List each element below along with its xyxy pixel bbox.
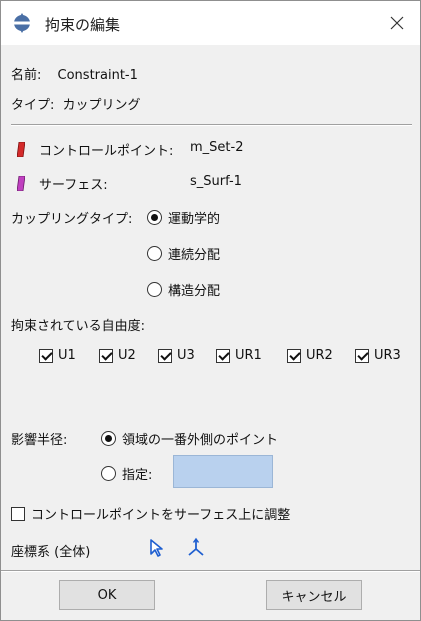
title-bar: 拘束の編集	[1, 1, 420, 45]
coupling-kinematic-label: 運動学的	[168, 212, 221, 227]
name-value: Constraint-1	[57, 68, 138, 83]
checkbox-indicator[interactable]	[355, 348, 369, 363]
dof-ur2-label: UR2	[306, 348, 333, 363]
surface-value: s_Surf-1	[190, 174, 242, 189]
type-label: タイプ:	[11, 98, 55, 113]
radio-indicator[interactable]	[147, 210, 162, 225]
radio-indicator[interactable]	[147, 282, 162, 297]
constraint-app-icon	[13, 13, 31, 33]
coupling-type-label: カップリングタイプ:	[11, 212, 133, 227]
checkbox-indicator[interactable]	[39, 348, 53, 363]
radio-indicator[interactable]	[101, 466, 116, 481]
dof-u2-checkbox[interactable]: U2	[99, 348, 136, 363]
control-point-value: m_Set-2	[190, 140, 244, 155]
dof-ur3-checkbox[interactable]: UR3	[355, 348, 401, 363]
checkbox-indicator[interactable]	[216, 348, 230, 363]
ok-button[interactable]: OK	[59, 580, 155, 610]
coupling-continuum-radio[interactable]: 連続分配	[147, 244, 220, 263]
name-label: 名前:	[11, 68, 42, 83]
influence-outermost-radio[interactable]: 領域の一番外側のポイント	[101, 429, 278, 448]
coupling-continuum-label: 連続分配	[168, 248, 221, 263]
checkbox-indicator[interactable]	[158, 348, 172, 363]
radio-indicator[interactable]	[147, 246, 162, 261]
influence-radius-label: 影響半径:	[11, 433, 68, 448]
dof-u1-label: U1	[58, 348, 76, 363]
coupling-structural-label: 構造分配	[168, 284, 221, 299]
checkbox-indicator[interactable]	[287, 348, 301, 363]
window-title: 拘束の編集	[45, 16, 121, 34]
name-row: 名前: Constraint-1	[11, 64, 138, 83]
separator-top	[11, 124, 412, 126]
dof-ur1-label: UR1	[235, 348, 262, 363]
dof-u1-checkbox[interactable]: U1	[39, 348, 76, 363]
dof-u2-label: U2	[118, 348, 136, 363]
edit-constraint-dialog: 拘束の編集 名前: Constraint-1 タイプ: カップリング コントロー…	[0, 0, 421, 621]
adjust-control-point-checkbox[interactable]: コントロールポイントをサーフェス上に調整	[11, 504, 290, 523]
type-row: タイプ: カップリング	[11, 94, 141, 113]
influence-specify-radio[interactable]: 指定:	[101, 464, 152, 483]
checkbox-indicator[interactable]	[11, 506, 25, 521]
type-value: カップリング	[62, 98, 141, 113]
csys-axes-icon[interactable]	[185, 537, 207, 559]
control-point-swatch-icon	[17, 142, 25, 157]
dof-u3-label: U3	[177, 348, 195, 363]
csys-label: 座標系 (全体)	[11, 545, 91, 560]
influence-radius-input[interactable]	[173, 455, 273, 488]
coupling-kinematic-radio[interactable]: 運動学的	[147, 208, 220, 227]
adjust-control-point-label: コントロールポイントをサーフェス上に調整	[31, 508, 291, 523]
surface-label: サーフェス:	[39, 178, 108, 193]
dof-ur1-checkbox[interactable]: UR1	[216, 348, 262, 363]
influence-specify-label: 指定:	[122, 468, 153, 483]
dof-ur3-label: UR3	[374, 348, 401, 363]
separator-bottom	[1, 570, 420, 572]
cancel-button[interactable]: キャンセル	[266, 580, 362, 610]
close-button[interactable]	[374, 1, 420, 45]
influence-outermost-label: 領域の一番外側のポイント	[122, 433, 279, 448]
radio-indicator[interactable]	[101, 431, 116, 446]
dof-u3-checkbox[interactable]: U3	[158, 348, 195, 363]
close-icon	[390, 16, 404, 30]
select-arrow-icon[interactable]	[149, 538, 165, 558]
checkbox-indicator[interactable]	[99, 348, 113, 363]
dof-ur2-checkbox[interactable]: UR2	[287, 348, 333, 363]
control-point-label: コントロールポイント:	[39, 144, 174, 159]
dof-label: 拘束されている自由度:	[11, 319, 145, 334]
coupling-structural-radio[interactable]: 構造分配	[147, 280, 220, 299]
surface-swatch-icon	[17, 176, 25, 191]
